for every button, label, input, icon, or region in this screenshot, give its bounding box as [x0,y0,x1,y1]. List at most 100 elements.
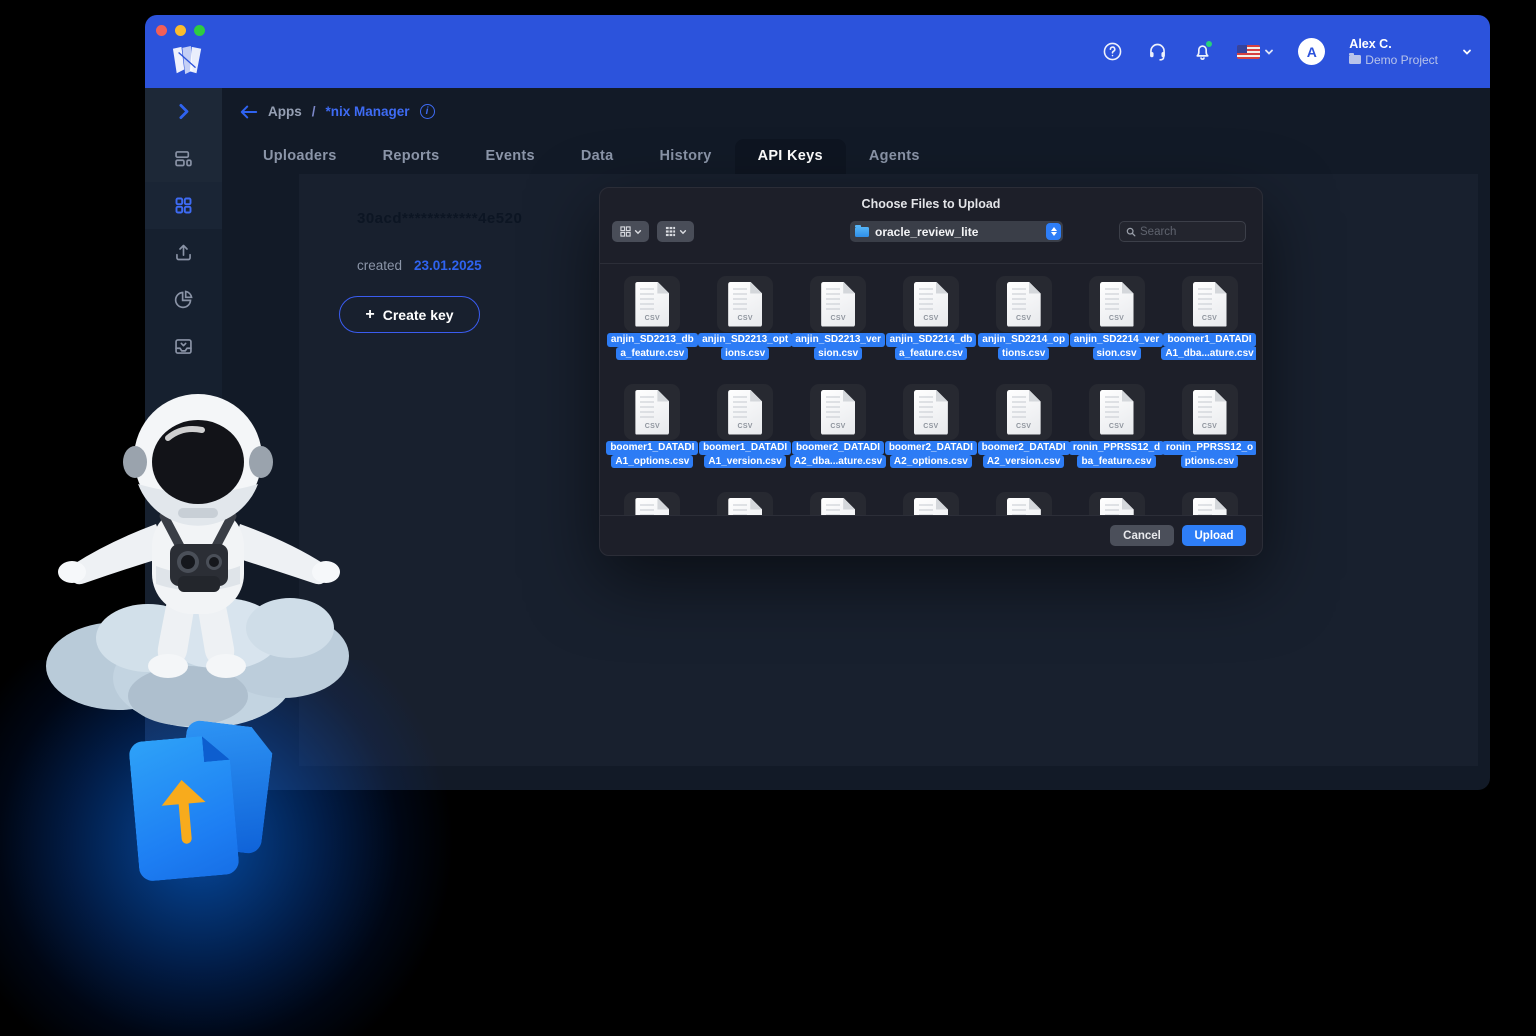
app-window: A Alex C. Demo Project Apps / [145,15,1490,790]
file-icon-box: CSV [996,492,1052,515]
tab-api-keys[interactable]: API Keys [735,139,846,174]
file-item[interactable]: CSVboomer1_DATADIA1_options.csv [606,384,699,468]
select-stepper-icon [1046,223,1061,240]
csv-file-icon: CSV [728,282,762,327]
file-item[interactable]: CSVanjin_SD2214_dba_feature.csv [885,276,978,360]
file-icon-box: CSV [810,492,866,515]
csv-file-icon: CSV [728,498,762,516]
breadcrumb-current: *nix Manager [326,104,410,119]
main-area: Apps / *nix Manager i UploadersReportsEv… [222,88,1490,790]
file-icon-box: CSV [810,384,866,440]
help-icon[interactable] [1102,41,1123,62]
file-item[interactable]: CSVboomer1_DATADIA1_version.csv [699,384,792,468]
sidebar-item-inbox[interactable] [145,323,222,370]
user-avatar[interactable]: A [1298,38,1325,65]
file-name: anjin_SD2214_version.csv [1070,333,1164,360]
file-item[interactable]: CSV [699,492,792,515]
upload-button[interactable]: Upload [1182,525,1246,546]
tab-uploaders[interactable]: Uploaders [240,139,360,174]
file-item[interactable]: CSVronin_PPRSS12_dba_feature.csv [1070,384,1163,468]
chevron-down-icon [634,228,642,236]
file-icon-box: CSV [810,276,866,332]
file-item[interactable]: CSVanjin_SD2214_options.csv [977,276,1070,360]
file-name: anjin_SD2214_options.csv [978,333,1069,360]
csv-file-icon: CSV [821,282,855,327]
inbox-icon [173,336,194,357]
folder-select[interactable]: oracle_review_lite [850,221,1063,242]
file-item[interactable]: CSVboomer2_DATADIA2_version.csv [977,384,1070,468]
file-name: anjin_SD2213_options.csv [698,333,792,360]
csv-file-icon: CSV [1193,390,1227,435]
file-item[interactable]: CSV [885,492,978,515]
key-created-row: created 23.01.2025 [357,258,482,273]
file-item[interactable]: CSV [606,492,699,515]
tab-events[interactable]: Events [463,139,558,174]
file-item[interactable]: CSV [1070,492,1163,515]
file-item[interactable]: CSVboomer1_DATADIA1_dba...ature.csv [1163,276,1256,360]
file-icon-box: CSV [624,492,680,515]
file-item[interactable]: CSVboomer2_DATADIA2_options.csv [885,384,978,468]
tab-agents[interactable]: Agents [846,139,943,174]
file-name: boomer1_DATADIA1_version.csv [699,441,791,468]
csv-file-icon: CSV [1193,498,1227,516]
file-item[interactable]: CSV [977,492,1070,515]
file-item[interactable]: CSV [1163,492,1256,515]
breadcrumb: Apps / *nix Manager i [240,104,435,119]
file-icon-box: CSV [1089,384,1145,440]
file-upload-dialog: Choose Files to Upload [599,187,1263,556]
cancel-button[interactable]: Cancel [1110,525,1174,546]
search-field [1119,221,1246,242]
file-item[interactable]: CSV [792,492,885,515]
search-input[interactable] [1140,226,1230,238]
tab-data[interactable]: Data [558,139,637,174]
pie-chart-icon [173,289,194,310]
grid-view-button[interactable] [612,221,649,242]
csv-file-icon: CSV [635,282,669,327]
folder-select-value: oracle_review_lite [875,225,1040,239]
csv-file-icon: CSV [635,390,669,435]
file-item[interactable]: CSV anjin_SD2213_options.csv [699,276,792,360]
dialog-divider [600,263,1262,264]
file-item[interactable]: CSVanjin_SD2213_version.csv [792,276,885,360]
file-icon-box: CSV [717,384,773,440]
project-row[interactable]: Demo Project [1349,53,1438,67]
csv-file-icon: CSV [914,390,948,435]
notifications-bell-icon[interactable] [1192,41,1213,62]
file-icon-box: CSV [1089,492,1145,515]
project-folder-icon [1349,55,1361,64]
file-icon-box: CSV [996,276,1052,332]
close-button[interactable] [156,25,167,36]
file-item[interactable]: CSVanjin_SD2214_version.csv [1070,276,1163,360]
csv-file-icon: CSV [1007,498,1041,516]
file-icon-box: CSV [1089,276,1145,332]
file-icon-box: CSV [1182,492,1238,515]
sidebar-item-uploads[interactable] [145,229,222,276]
info-icon[interactable]: i [420,104,435,119]
sidebar-item-analytics[interactable] [145,276,222,323]
tab-reports[interactable]: Reports [360,139,463,174]
breadcrumb-apps[interactable]: Apps [268,104,302,119]
file-name: ronin_PPRSS12_dba_feature.csv [1069,441,1164,468]
back-arrow-icon[interactable] [240,105,258,119]
maximize-button[interactable] [194,25,205,36]
tab-history[interactable]: History [637,139,735,174]
csv-file-icon: CSV [914,498,948,516]
breadcrumb-separator: / [312,104,316,119]
file-icon-box: CSV [624,384,680,440]
file-item[interactable]: CSVboomer2_DATADIA2_dba...ature.csv [792,384,885,468]
sidebar-top-section [145,88,222,182]
file-item[interactable]: CSVronin_PPRSS12_options.csv [1163,384,1256,468]
sidebar-item-apps[interactable] [145,182,222,229]
file-name: anjin_SD2214_dba_feature.csv [886,333,977,360]
sidebar-item-expand-sidebar[interactable] [145,88,222,135]
file-item[interactable]: CSVanjin_SD2213_dba_feature.csv [606,276,699,360]
project-name: Demo Project [1365,53,1438,67]
minimize-button[interactable] [175,25,186,36]
language-selector[interactable] [1237,45,1274,59]
page: A Alex C. Demo Project Apps / [0,0,1536,1036]
create-key-button[interactable]: + Create key [339,296,480,333]
list-view-button[interactable] [657,221,694,242]
support-headset-icon[interactable] [1147,41,1168,62]
sidebar-item-dashboard[interactable] [145,135,222,182]
account-chevron-down-icon[interactable] [1462,47,1472,57]
